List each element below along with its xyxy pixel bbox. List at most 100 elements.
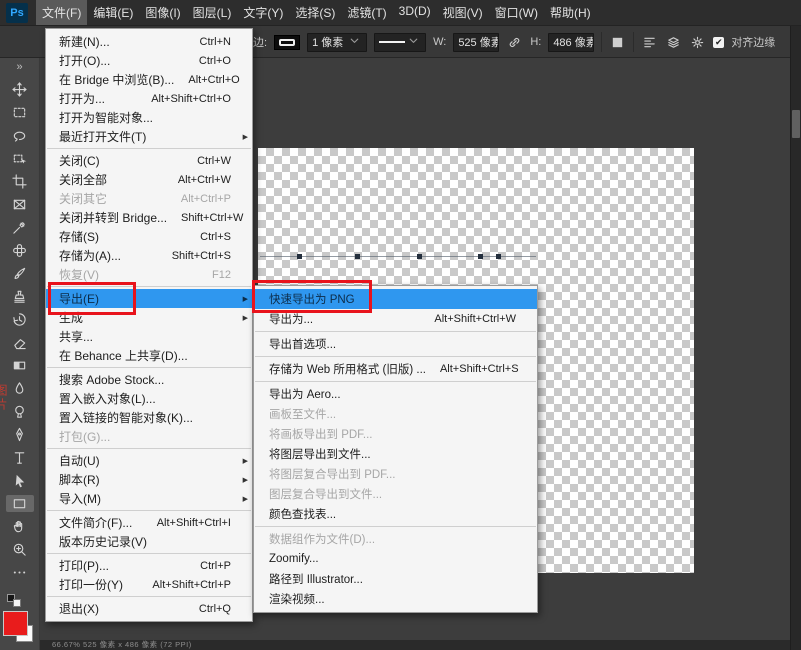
menu-item[interactable]: 将图层导出到文件... ▶ — [254, 444, 537, 464]
photoshop-window: Ps 文件(F)编辑(E)图像(I)图层(L)文字(Y)选择(S)滤镜(T)3D… — [0, 0, 801, 650]
menu-item[interactable]: 渲染视频... ▶ — [254, 589, 537, 609]
menu-item[interactable]: 路径到 Illustrator... ▶ — [254, 569, 537, 589]
stroke-width-select[interactable]: 1 像素 — [307, 33, 367, 52]
menu-item[interactable]: 打开(O)... Ctrl+O ▶ — [46, 51, 252, 70]
toolbar-collapse-icon[interactable]: » — [0, 58, 39, 75]
menubar-item[interactable]: 窗口(W) — [489, 0, 544, 25]
gear-icon[interactable] — [689, 34, 706, 51]
menu-item[interactable]: 将画板导出到 PDF... ▶ — [254, 424, 537, 444]
menu-item[interactable]: 画板至文件... ▶ — [254, 404, 537, 424]
link-dimensions-icon[interactable] — [506, 34, 523, 51]
clone-stamp-tool[interactable] — [6, 288, 34, 305]
ps-logo-icon[interactable]: Ps — [6, 3, 28, 23]
lasso-tool[interactable] — [6, 127, 34, 144]
menu-item[interactable]: 打印一份(Y) Alt+Shift+Ctrl+P ▶ — [46, 575, 252, 594]
shape-handle[interactable] — [496, 254, 501, 259]
vertical-scrollbar[interactable] — [790, 26, 801, 650]
gradient-tool[interactable] — [6, 357, 34, 374]
healing-brush-tool[interactable] — [6, 242, 34, 259]
menu-item[interactable]: 文件简介(F)... Alt+Shift+Ctrl+I ▶ — [46, 513, 252, 532]
foreground-color-swatch[interactable] — [3, 611, 28, 636]
menu-item[interactable]: 关闭其它 Alt+Ctrl+P ▶ — [46, 189, 252, 208]
stroke-type-select[interactable] — [374, 33, 426, 52]
menu-item[interactable]: 图层复合导出到文件... ▶ — [254, 484, 537, 504]
layer-stack-icon[interactable] — [665, 34, 682, 51]
menu-item[interactable]: 置入链接的智能对象(K)... ▶ — [46, 408, 252, 427]
crop-tool[interactable] — [6, 173, 34, 190]
menu-item[interactable]: 打包(G)... ▶ — [46, 427, 252, 446]
eraser-tool[interactable] — [6, 334, 34, 351]
menu-item[interactable]: 新建(N)... Ctrl+N ▶ — [46, 32, 252, 51]
menu-item[interactable]: 导出首选项... ▶ — [254, 334, 537, 354]
menubar-item[interactable]: 图层(L) — [187, 0, 238, 25]
rectangle-tool[interactable] — [6, 495, 34, 512]
path-select-tool[interactable] — [6, 472, 34, 489]
shape-handle[interactable] — [417, 254, 422, 259]
history-brush-tool[interactable] — [6, 311, 34, 328]
menu-item[interactable]: 存储(S) Ctrl+S ▶ — [46, 227, 252, 246]
menu-item-label: 数据组作为文件(D)... — [269, 531, 375, 547]
menu-item[interactable]: 导入(M) ▶ — [46, 489, 252, 508]
menu-item[interactable]: 打印(P)... Ctrl+P ▶ — [46, 556, 252, 575]
path-align-icon[interactable] — [641, 34, 658, 51]
menu-item[interactable]: 最近打开文件(T) ▶ — [46, 127, 252, 146]
shape-handle[interactable] — [478, 254, 483, 259]
stroke-swatch[interactable] — [274, 35, 300, 50]
menu-item[interactable]: 搜索 Adobe Stock... ▶ — [46, 370, 252, 389]
scrollbar-thumb[interactable] — [792, 110, 800, 138]
menu-item[interactable]: 脚本(R) ▶ — [46, 470, 252, 489]
menu-item[interactable]: 在 Behance 上共享(D)... ▶ — [46, 346, 252, 365]
foreground-background-swatches[interactable] — [2, 610, 38, 650]
menu-item[interactable]: Zoomify... ▶ — [254, 549, 537, 569]
move-tool[interactable] — [6, 81, 34, 98]
menubar-item[interactable]: 图像(I) — [139, 0, 186, 25]
hand-tool[interactable] — [6, 518, 34, 535]
menu-item[interactable]: 自动(U) ▶ — [46, 451, 252, 470]
object-selection-tool[interactable] — [6, 150, 34, 167]
menu-item[interactable]: 在 Bridge 中浏览(B)... Alt+Ctrl+O ▶ — [46, 70, 252, 89]
menubar-item[interactable]: 3D(D) — [393, 0, 437, 25]
submenu-arrow-icon: ▶ — [239, 295, 248, 303]
menubar-item[interactable]: 选择(S) — [289, 0, 341, 25]
menu-item[interactable]: 打开为智能对象... ▶ — [46, 108, 252, 127]
menu-item[interactable]: 退出(X) Ctrl+Q ▶ — [46, 599, 252, 618]
brush-tool[interactable] — [6, 265, 34, 282]
shape-handle[interactable] — [297, 254, 302, 259]
shape-height-input[interactable]: 486 像素 — [548, 33, 594, 52]
marquee-tool[interactable] — [6, 104, 34, 121]
swap-colors-mini-icon[interactable] — [7, 594, 23, 608]
eyedropper-tool[interactable] — [6, 219, 34, 236]
menu-item[interactable]: 将图层复合导出到 PDF... ▶ — [254, 464, 537, 484]
menu-item[interactable]: 共享... ▶ — [46, 327, 252, 346]
menu-item[interactable]: 打开为... Alt+Shift+Ctrl+O ▶ — [46, 89, 252, 108]
menubar-item[interactable]: 帮助(H) — [544, 0, 597, 25]
edit-toolbar-button[interactable] — [6, 564, 34, 581]
menu-item[interactable]: 版本历史记录(V) ▶ — [46, 532, 252, 551]
align-edges-checkbox[interactable]: ✔ — [713, 37, 724, 48]
menu-item[interactable]: 存储为(A)... Shift+Ctrl+S ▶ — [46, 246, 252, 265]
menu-item[interactable]: 导出为 Aero... ▶ — [254, 384, 537, 404]
slice-tool[interactable] — [6, 196, 34, 213]
menu-item[interactable]: 颜色查找表... ▶ — [254, 504, 537, 524]
menu-item[interactable]: 存储为 Web 所用格式 (旧版) ... Alt+Shift+Ctrl+S ▶ — [254, 359, 537, 379]
pen-tool[interactable] — [6, 426, 34, 443]
type-icon — [12, 450, 27, 465]
menu-item[interactable]: 数据组作为文件(D)... ▶ — [254, 529, 537, 549]
menu-item[interactable]: 关闭全部 Alt+Ctrl+W ▶ — [46, 170, 252, 189]
menubar-item[interactable]: 文件(F) — [36, 0, 87, 25]
type-tool[interactable] — [6, 449, 34, 466]
shape-mode-icon[interactable] — [609, 34, 626, 51]
menubar-item[interactable]: 视图(V) — [437, 0, 489, 25]
menu-item[interactable]: 关闭并转到 Bridge... Shift+Ctrl+W ▶ — [46, 208, 252, 227]
menu-separator — [47, 367, 251, 368]
menu-item[interactable]: 关闭(C) Ctrl+W ▶ — [46, 151, 252, 170]
shape-width-input[interactable]: 525 像素 — [453, 33, 499, 52]
zoom-tool[interactable] — [6, 541, 34, 558]
menubar-item[interactable]: 编辑(E) — [87, 0, 139, 25]
menubar-item[interactable]: 滤镜(T) — [341, 0, 392, 25]
menu-item-label: 打印一份(Y) — [59, 576, 123, 593]
shape-handle[interactable] — [355, 254, 360, 259]
menu-item[interactable]: 置入嵌入对象(L)... ▶ — [46, 389, 252, 408]
menubar-item[interactable]: 文字(Y) — [237, 0, 289, 25]
eraser-icon — [12, 335, 27, 350]
